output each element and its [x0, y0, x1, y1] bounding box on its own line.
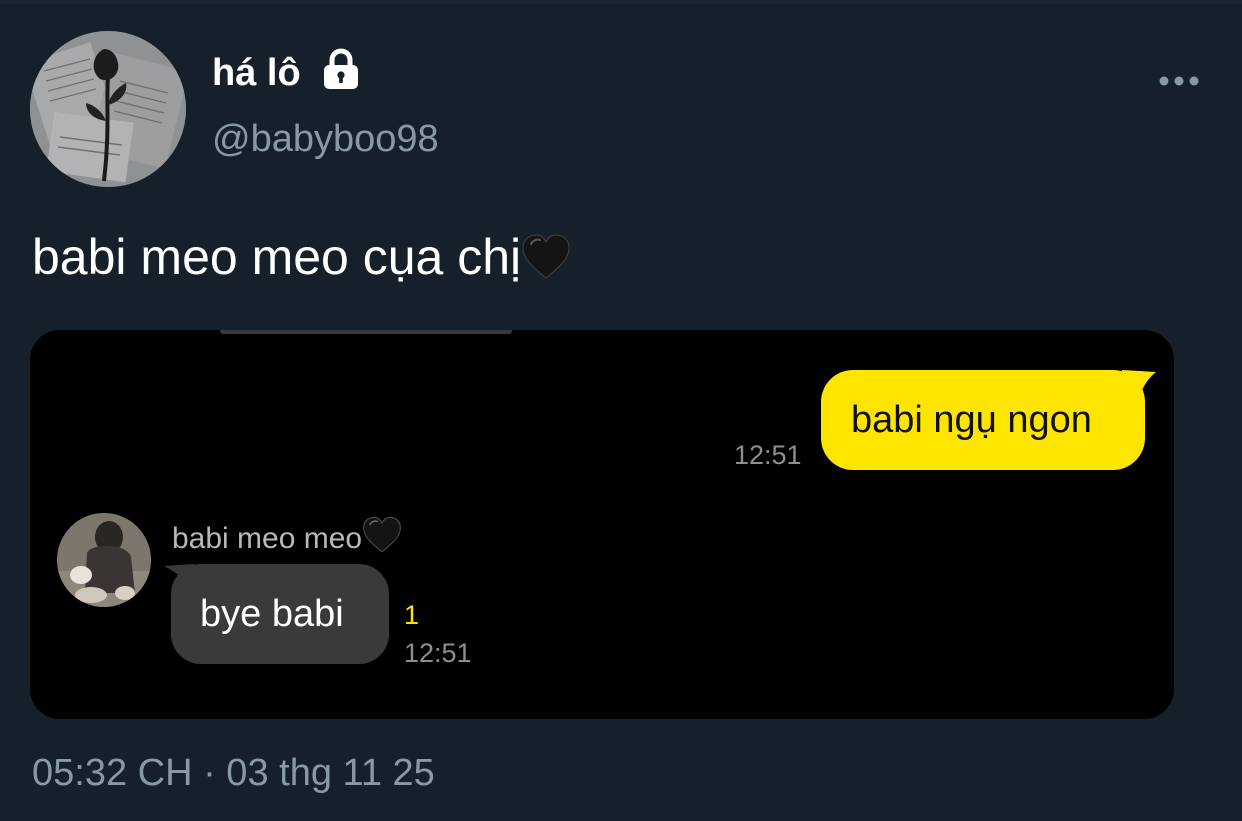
- incoming-message-text: bye babi: [200, 593, 344, 635]
- incoming-message-bubble: bye babi: [171, 564, 389, 664]
- contact-name: babi meo meo: [172, 516, 402, 558]
- incoming-message-time: 12:51: [404, 638, 472, 668]
- contact-avatar: [57, 513, 151, 607]
- tweet-text-content: babi meo meo cụa chị: [32, 229, 522, 285]
- outgoing-message-time: 12:51: [734, 440, 802, 470]
- lock-icon: [324, 48, 358, 89]
- unread-count: 1: [404, 600, 420, 630]
- outgoing-message-bubble: babi ngụ ngon: [821, 370, 1145, 470]
- tweet-text: babi meo meo cụa chị: [32, 226, 571, 288]
- contact-name-text: babi meo meo: [172, 522, 363, 555]
- black-heart-icon: [363, 516, 402, 553]
- more-icon[interactable]: [1158, 70, 1200, 92]
- divider: [0, 0, 1242, 4]
- outgoing-message-text: babi ngụ ngon: [851, 399, 1092, 441]
- user-handle[interactable]: @babyboo98: [212, 116, 439, 162]
- outgoing-bubble-tail: [1122, 370, 1156, 400]
- black-heart-icon: [522, 234, 570, 279]
- tweet-card: há lô @babyboo98 babi meo meo cụa chị ba…: [0, 0, 1242, 821]
- profile-avatar[interactable]: [30, 31, 186, 187]
- cutoff-edge: [220, 330, 512, 334]
- tweet-timestamp[interactable]: 05:32 CH · 03 thg 11 25: [32, 750, 435, 796]
- display-name[interactable]: há lô: [212, 50, 301, 96]
- media-image[interactable]: babi ngụ ngon 12:51 babi meo meo bye bab…: [30, 330, 1174, 719]
